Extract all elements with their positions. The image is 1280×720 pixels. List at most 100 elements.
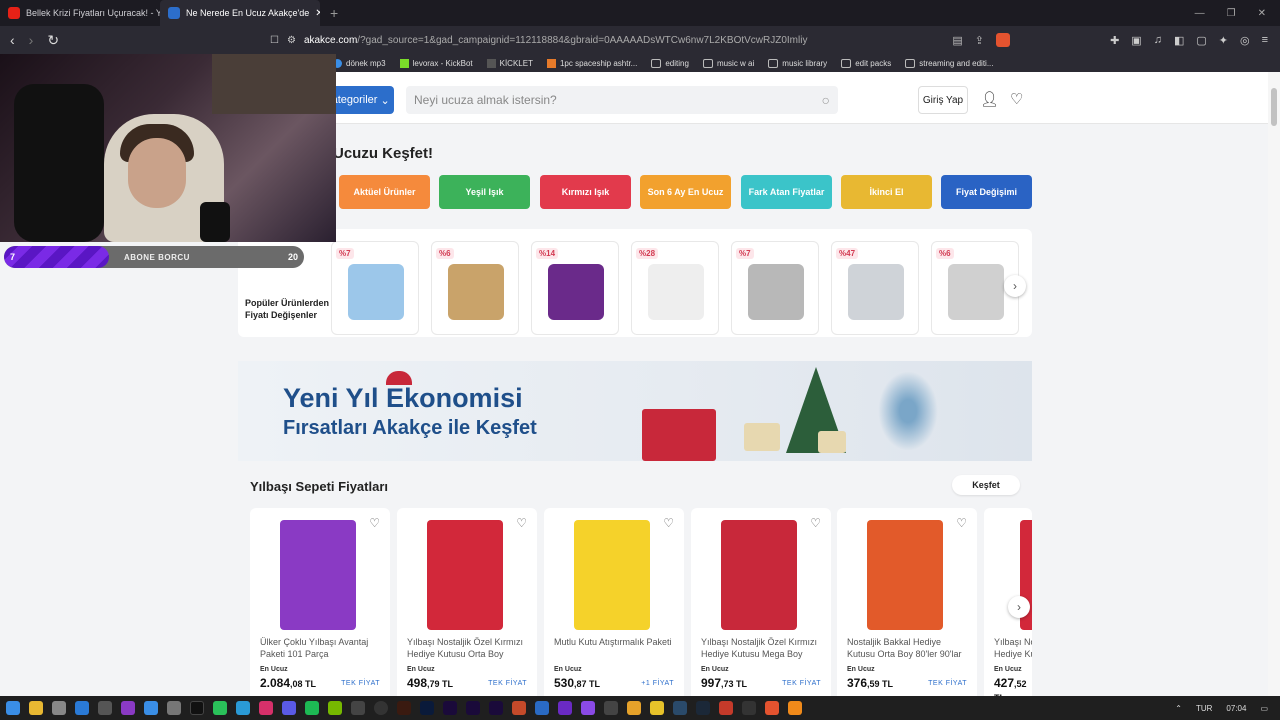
windows-start-icon[interactable]	[6, 701, 20, 715]
bookmark-icon[interactable]: ☐	[270, 35, 279, 46]
nvidia-icon[interactable]	[328, 701, 342, 715]
app-icon[interactable]	[535, 701, 549, 715]
menu-icon[interactable]: ≡	[1262, 34, 1268, 47]
illustrator-icon[interactable]	[397, 701, 411, 715]
login-button[interactable]: Giriş Yap	[918, 86, 968, 114]
discover-button[interactable]: Keşfet	[952, 475, 1020, 495]
tab-youtube[interactable]: Bellek Krizi Fiyatları Uçuracak! - YouTu…	[0, 0, 160, 26]
panel-icon[interactable]: ◧	[1174, 34, 1184, 47]
app-icon[interactable]	[627, 701, 641, 715]
favorite-heart-icon[interactable]: ♡	[516, 516, 527, 530]
discover-chip[interactable]: İkinci El	[841, 175, 932, 209]
popular-product-card[interactable]: %14	[531, 241, 619, 335]
new-year-banner[interactable]: Yeni Yıl Ekonomisi Fırsatları Akakçe ile…	[238, 361, 1032, 461]
clock[interactable]: 07:04	[1226, 704, 1246, 713]
app-icon[interactable]	[98, 701, 112, 715]
popular-product-card[interactable]: %47	[831, 241, 919, 335]
brave-icon[interactable]	[765, 701, 779, 715]
chevron-right-icon[interactable]: ›	[1008, 596, 1030, 618]
app-icon[interactable]	[558, 701, 572, 715]
file-explorer-icon[interactable]	[29, 701, 43, 715]
reader-icon[interactable]: ▤	[952, 34, 962, 47]
new-tab-button[interactable]: +	[320, 5, 348, 21]
photoshop-icon[interactable]	[420, 701, 434, 715]
product-card[interactable]: ♡ Yılbaşı Nostaljik Özel Kırmızı Hediye K…	[691, 508, 831, 696]
bookmark-folder[interactable]: streaming and editi...	[905, 58, 993, 68]
app-icon[interactable]	[650, 701, 664, 715]
popular-product-card[interactable]: %6	[431, 241, 519, 335]
leo-ai-icon[interactable]: ✦	[1219, 34, 1228, 47]
close-window-icon[interactable]: ✕	[1258, 8, 1266, 19]
discover-chip[interactable]: Fiyat Değişimi	[941, 175, 1032, 209]
search-input[interactable]: Neyi ucuza almak istersin? ○	[406, 86, 838, 114]
heart-icon[interactable]: ♡	[1010, 90, 1023, 108]
app-icon[interactable]	[673, 701, 687, 715]
popular-product-card[interactable]: %28	[631, 241, 719, 335]
obs-icon[interactable]	[374, 701, 388, 715]
app-icon[interactable]	[236, 701, 250, 715]
product-card[interactable]: ♡ Nostaljik Bakkal Hediye Kutusu Orta Boy…	[837, 508, 977, 696]
site-info-icon[interactable]: ⚙	[287, 35, 296, 46]
media-encoder-icon[interactable]	[443, 701, 457, 715]
app-icon[interactable]	[581, 701, 595, 715]
favorite-heart-icon[interactable]: ♡	[956, 516, 967, 530]
app-icon[interactable]	[604, 701, 618, 715]
page-scrollbar[interactable]	[1268, 72, 1280, 696]
product-card[interactable]: ♡ Ülker Çoklu Yılbaşı Avantaj Paketi 101 …	[250, 508, 390, 696]
after-effects-icon[interactable]	[466, 701, 480, 715]
app-icon[interactable]	[719, 701, 733, 715]
app-icon[interactable]	[512, 701, 526, 715]
sidebar-toggle-icon[interactable]: ▣	[1131, 34, 1141, 47]
chevron-up-icon[interactable]: ⌃	[1175, 704, 1182, 713]
forward-icon[interactable]: ›	[29, 32, 34, 49]
tiktok-icon[interactable]	[190, 701, 204, 715]
back-icon[interactable]: ‹	[10, 32, 15, 49]
music-icon[interactable]: ♫	[1154, 34, 1162, 47]
address-bar[interactable]: ☐ ⚙ akakce.com/?gad_source=1&gad_campaig…	[270, 29, 1010, 51]
discover-chip[interactable]: Fark Atan Fiyatlar	[741, 175, 832, 209]
bookmark-item[interactable]: dönek mp3	[333, 58, 386, 68]
notification-icon[interactable]: ▭	[1260, 704, 1268, 713]
popular-product-card[interactable]: %7	[731, 241, 819, 335]
app-icon[interactable]	[282, 701, 296, 715]
product-card[interactable]: ♡ Yılbaşı Nostaljik Özel Kırmızı Hediye K…	[397, 508, 537, 696]
vlc-icon[interactable]	[788, 701, 802, 715]
bookmark-folder[interactable]: music w ai	[702, 58, 754, 68]
bookmark-folder[interactable]: edit packs	[841, 58, 891, 68]
favorite-heart-icon[interactable]: ♡	[810, 516, 821, 530]
vpn-icon[interactable]: ◎	[1240, 34, 1250, 47]
extensions-icon[interactable]: ✚	[1110, 34, 1119, 47]
premiere-icon[interactable]	[489, 701, 503, 715]
favorite-heart-icon[interactable]: ♡	[663, 516, 674, 530]
popular-product-card[interactable]: %7	[331, 241, 419, 335]
bookmark-item[interactable]: levorax - KickBot	[399, 58, 473, 68]
discover-chip[interactable]: Son 6 Ay En Ucuz	[640, 175, 731, 209]
whatsapp-icon[interactable]	[213, 701, 227, 715]
spotify-icon[interactable]	[305, 701, 319, 715]
search-icon[interactable]: ○	[822, 92, 830, 108]
app-icon[interactable]	[351, 701, 365, 715]
bookmark-folder[interactable]: editing	[651, 58, 689, 68]
wallet-icon[interactable]: ▢	[1196, 34, 1206, 47]
favorite-heart-icon[interactable]: ♡	[369, 516, 380, 530]
discover-chip[interactable]: Yeşil Işık	[439, 175, 530, 209]
app-icon[interactable]	[144, 701, 158, 715]
settings-icon[interactable]	[52, 701, 66, 715]
scrollbar-thumb[interactable]	[1271, 88, 1277, 126]
bookmark-item[interactable]: KİCKLET	[486, 58, 533, 68]
maximize-icon[interactable]: ❐	[1227, 8, 1236, 19]
bookmark-folder[interactable]: music library	[768, 58, 827, 68]
tab-akakce[interactable]: Ne Nerede En Ucuz Akakçe'de ✕	[160, 0, 320, 26]
minimize-icon[interactable]: —	[1195, 8, 1205, 19]
language-indicator[interactable]: TUR	[1196, 704, 1212, 713]
product-card[interactable]: ♡ Mutlu Kutu Atıştırmalık Paketi En Ucuz 53…	[544, 508, 684, 696]
discover-chip[interactable]: Kırmızı Işık	[540, 175, 631, 209]
app-icon[interactable]	[742, 701, 756, 715]
user-icon[interactable]: 👤︎	[980, 90, 999, 108]
instagram-icon[interactable]	[259, 701, 273, 715]
chevron-right-icon[interactable]: ›	[1004, 275, 1026, 297]
vscode-icon[interactable]	[75, 701, 89, 715]
steam-icon[interactable]	[696, 701, 710, 715]
app-icon[interactable]	[121, 701, 135, 715]
brave-shield-icon[interactable]	[996, 33, 1010, 47]
